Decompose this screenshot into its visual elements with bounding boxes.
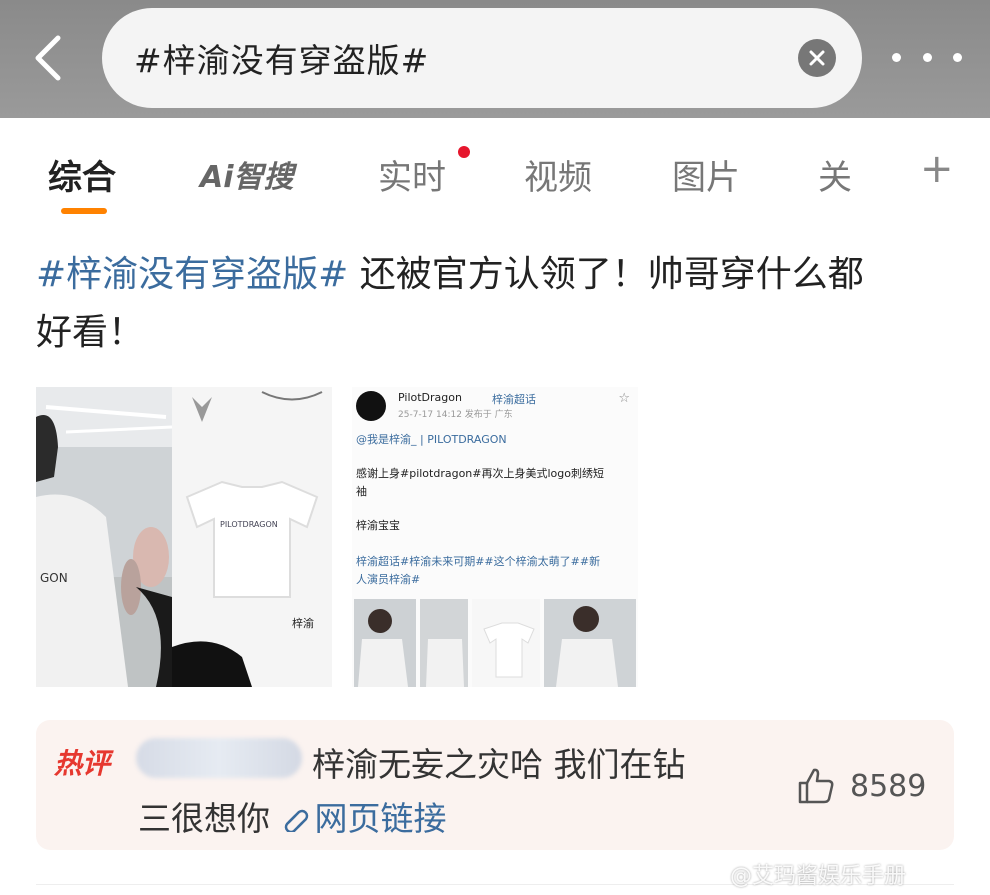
star-icon: ☆ (618, 391, 630, 406)
embedded-tags2: 人演员梓渝# (356, 573, 421, 586)
dot-icon (953, 52, 962, 62)
clear-search-button[interactable] (798, 39, 836, 77)
dot-icon (892, 52, 901, 62)
link-icon (284, 809, 308, 834)
top-bar: #梓渝没有穿盗版# (0, 0, 990, 118)
like-count: 8589 (850, 768, 927, 804)
embedded-body1: 感谢上身#pilotdragon#再次上身美式logo刺绣短 (356, 467, 604, 480)
shirt-print-text: GON (40, 571, 68, 585)
embedded-body3: 梓渝宝宝 (356, 519, 400, 532)
post-image-2[interactable]: PILOTDRAGON 梓渝 (172, 387, 332, 687)
comment-text-line2-text: 三很想你 (138, 799, 281, 838)
web-link[interactable]: 网页链接 (281, 799, 447, 838)
hot-comment[interactable]: 热评 梓渝无妄之灾哈 我们在钻 三很想你 网页链接 8589 (36, 720, 954, 850)
tab-images[interactable]: 图片 (672, 150, 740, 199)
tab-realtime[interactable]: 实时 (378, 150, 446, 199)
chevron-left-icon (35, 35, 61, 81)
watermark: @艾玛酱娱乐手册 (730, 864, 907, 889)
close-icon (809, 50, 825, 66)
comment-text-line2: 三很想你 网页链接 (138, 792, 447, 840)
blurred-username (136, 738, 302, 778)
back-button[interactable] (22, 30, 72, 86)
embedded-thumbnails (354, 599, 636, 687)
search-input[interactable]: #梓渝没有穿盗版# (102, 8, 862, 108)
search-query: #梓渝没有穿盗版# (134, 41, 430, 80)
tab-general[interactable]: 综合 (48, 150, 116, 199)
embedded-tag: 梓渝超话 (492, 393, 536, 406)
embedded-body2: 袖 (356, 485, 367, 498)
embedded-tags1: 梓渝超话#梓渝未来可期##这个梓渝太萌了##新 (356, 555, 601, 568)
post-text-line2: 好看！ (36, 312, 145, 353)
post-text-line1: 还被官方认领了！帅哥穿什么都 (348, 254, 864, 295)
embedded-meta: 25-7-17 14:12 发布于 广东 (398, 410, 513, 420)
more-options-button[interactable] (892, 40, 962, 74)
web-link-label: 网页链接 (314, 799, 447, 838)
comment-text-line1: 梓渝无妄之灾哈 我们在钻 (312, 745, 686, 784)
add-tab-button[interactable]: + (920, 146, 954, 192)
post-hashtag-link[interactable]: #梓渝没有穿盗版# (36, 254, 348, 295)
post-image-3[interactable]: PilotDragon 梓渝超话 25-7-17 14:12 发布于 广东 ☆ … (352, 387, 638, 687)
post-images: GON PILOTDRAGON 梓渝 PilotDragon 梓渝超话 25-7… (36, 387, 638, 687)
tab-video[interactable]: 视频 (524, 150, 592, 199)
thumbs-up-icon (798, 768, 834, 804)
hot-comment-badge: 热评 (54, 747, 111, 780)
avatar (356, 391, 386, 421)
post-image-1[interactable]: GON (36, 387, 172, 687)
embedded-account-name: PilotDragon (398, 391, 462, 404)
notification-dot (458, 146, 470, 158)
shirt-print-text: PILOTDRAGON (220, 520, 278, 529)
tab-bar: 综合 Ai智搜 实时 视频 图片 关 + (0, 118, 990, 228)
active-tab-indicator (61, 208, 107, 214)
post-text: #梓渝没有穿盗版# 还被官方认领了！帅哥穿什么都 好看！ (36, 246, 956, 362)
like-button[interactable]: 8589 (796, 766, 926, 806)
tab-ai-search[interactable]: Ai智搜 (200, 152, 294, 196)
shirt-label-text: 梓渝 (292, 616, 314, 630)
tab-fade-overlay (848, 138, 928, 198)
dot-icon (922, 52, 932, 62)
embedded-mention: @我是梓渝_ | PILOTDRAGON (356, 433, 507, 446)
tab-follow[interactable]: 关 (818, 150, 852, 199)
